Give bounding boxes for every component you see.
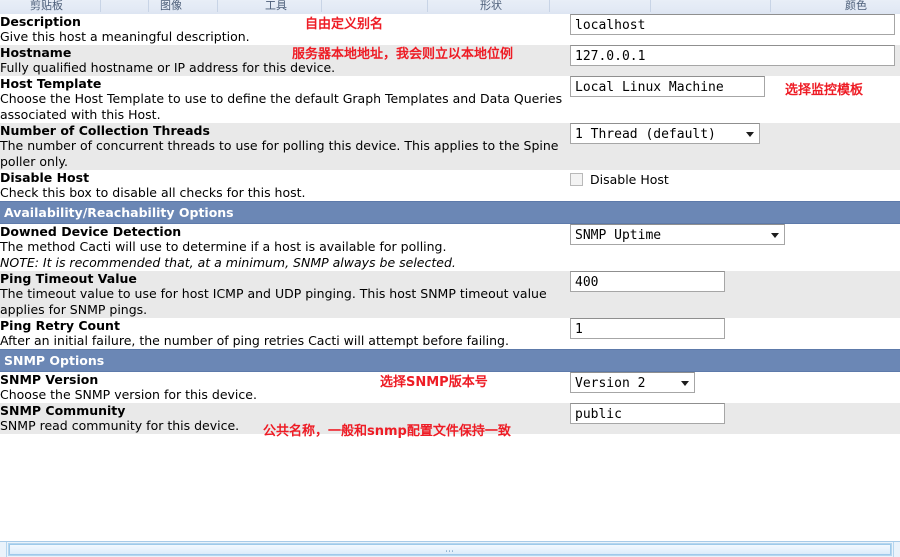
- form-row: Ping Retry Count After an initial failure…: [0, 318, 900, 349]
- field-title-description: Description: [0, 14, 81, 29]
- select-value-collection-threads: 1 Thread (default): [575, 127, 716, 142]
- field-title-downed-device-detection: Downed Device Detection: [0, 224, 182, 239]
- form-row: SNMP Version Choose the SNMP version for …: [0, 372, 900, 403]
- form-row: Host Template Choose the Host Template to…: [0, 76, 900, 123]
- form-row-field-cell: 400: [570, 271, 900, 318]
- form-row: Number of Collection Threads The number o…: [0, 123, 900, 170]
- input-ping-timeout-value[interactable]: 400: [570, 271, 725, 292]
- section-header-availability-section: Availability/Reachability Options: [0, 201, 900, 224]
- section-header-snmp-section: SNMP Options: [0, 349, 900, 372]
- field-title-ping-timeout-value: Ping Timeout Value: [0, 271, 137, 286]
- form-row: Disable Host Check this box to disable al…: [0, 170, 900, 201]
- field-description-downed-device-detection: The method Cacti will use to determine i…: [0, 239, 447, 254]
- select-collection-threads[interactable]: 1 Thread (default): [570, 123, 760, 144]
- form-row-field-cell: SNMP Uptime: [570, 224, 900, 271]
- annotation-snmp-version: 选择SNMP版本号: [380, 375, 488, 390]
- chevron-down-icon: [771, 233, 779, 238]
- ribbon-separator: [217, 0, 218, 12]
- form-row-field-cell: public: [570, 403, 900, 434]
- form-row: Ping Timeout Value The timeout value to u…: [0, 271, 900, 318]
- field-description-description: Give this host a meaningful description.: [0, 29, 250, 44]
- form-row: Description Give this host a meaningful d…: [0, 14, 900, 45]
- form-row: Hostname Fully qualified hostname or IP a…: [0, 45, 900, 76]
- input-description[interactable]: localhost: [570, 14, 895, 35]
- ribbon-group-label[interactable]: 图像: [160, 0, 182, 13]
- select-value-snmp-version: Version 2: [575, 376, 646, 391]
- form-row-field-cell: 127.0.0.1: [570, 45, 900, 76]
- ribbon-separator: [650, 0, 651, 12]
- input-snmp-community[interactable]: public: [570, 403, 725, 424]
- field-title-disable-host: Disable Host: [0, 170, 90, 185]
- form-row-label-cell: Hostname Fully qualified hostname or IP a…: [0, 45, 570, 76]
- field-description-disable-host: Check this box to disable all checks for…: [0, 185, 306, 200]
- annotation-host-template: 选择监控模板: [785, 83, 864, 98]
- device-form-table: Description Give this host a meaningful d…: [0, 14, 900, 439]
- ribbon-separator: [549, 0, 550, 12]
- input-ping-retry-count[interactable]: 1: [570, 318, 725, 339]
- field-note-downed-device-detection: NOTE: It is recommended that, at a minim…: [0, 255, 456, 270]
- form-row: SNMP Community SNMP read community for th…: [0, 403, 900, 439]
- device-form-scroll-area: Description Give this host a meaningful d…: [0, 14, 900, 541]
- input-hostname[interactable]: 127.0.0.1: [570, 45, 895, 66]
- form-row: Downed Device Detection The method Cacti …: [0, 224, 900, 271]
- form-row-label-cell: Number of Collection Threads The number o…: [0, 123, 570, 170]
- checkbox-disable-host[interactable]: [570, 173, 583, 186]
- screenshot-root: 剪贴板 图像 工具 形状 颜色 Description Give this host a …: [0, 0, 900, 557]
- form-row-label-cell: SNMP Version Choose the SNMP version for …: [0, 372, 570, 403]
- scrollbar-track[interactable]: ⋯: [8, 543, 892, 557]
- select-host-template[interactable]: Local Linux Machine: [570, 76, 765, 97]
- field-description-collection-threads: The number of concurrent threads to use …: [0, 138, 559, 169]
- ribbon-group-labels: 剪贴板 图像 工具 形状 颜色: [0, 0, 900, 14]
- scrollbar-grip: ⋯: [445, 547, 455, 557]
- annotation-description: 自由定义别名: [305, 17, 384, 32]
- section-header-row: SNMP Options: [0, 349, 900, 372]
- chevron-down-icon: [746, 132, 754, 137]
- ribbon-separator: [770, 0, 771, 12]
- field-title-ping-retry-count: Ping Retry Count: [0, 318, 120, 333]
- horizontal-scrollbar[interactable]: ⋯: [0, 541, 900, 557]
- field-title-host-template: Host Template: [0, 76, 102, 91]
- select-snmp-version[interactable]: Version 2: [570, 372, 695, 393]
- field-description-ping-retry-count: After an initial failure, the number of …: [0, 333, 509, 348]
- ribbon-group-label[interactable]: 剪贴板: [30, 0, 63, 13]
- ribbon-group-label[interactable]: 颜色: [845, 0, 867, 13]
- ribbon-separator: [148, 0, 149, 12]
- field-title-snmp-community: SNMP Community: [0, 403, 126, 418]
- form-row-field-cell: localhost: [570, 14, 900, 45]
- ribbon-separator: [321, 0, 322, 12]
- annotation-hostname: 服务器本地地址，我会则立以本地位例: [292, 47, 514, 62]
- checkbox-label-disable-host: Disable Host: [590, 172, 669, 187]
- form-row-label-cell: Downed Device Detection The method Cacti …: [0, 224, 570, 271]
- form-row-field-cell: Disable Host: [570, 170, 900, 201]
- form-row-field-cell: Version 2: [570, 372, 900, 403]
- form-row-field-cell: 1: [570, 318, 900, 349]
- scroll-left-arrow[interactable]: [0, 542, 7, 557]
- section-header-row: Availability/Reachability Options: [0, 201, 900, 224]
- scrollbar-thumb[interactable]: ⋯: [9, 544, 891, 557]
- field-title-collection-threads: Number of Collection Threads: [0, 123, 210, 138]
- scroll-right-arrow[interactable]: [893, 542, 900, 557]
- field-description-host-template: Choose the Host Template to use to defin…: [0, 91, 563, 122]
- ribbon-group-label[interactable]: 形状: [480, 0, 502, 13]
- form-row-field-cell: Local Linux Machine 选择监控模板: [570, 76, 900, 123]
- form-row-label-cell: Description Give this host a meaningful d…: [0, 14, 570, 45]
- ribbon-group-label[interactable]: 工具: [265, 0, 287, 13]
- field-description-ping-timeout-value: The timeout value to use for host ICMP a…: [0, 286, 547, 317]
- ribbon-separator: [100, 0, 101, 12]
- ribbon-separator: [427, 0, 428, 12]
- form-row-label-cell: Ping Retry Count After an initial failure…: [0, 318, 570, 349]
- form-row-label-cell: Host Template Choose the Host Template to…: [0, 76, 570, 123]
- form-row-field-cell: 1 Thread (default): [570, 123, 900, 170]
- chevron-down-icon: [681, 381, 689, 386]
- select-value-host-template: Local Linux Machine: [575, 80, 724, 95]
- select-value-downed-device-detection: SNMP Uptime: [575, 228, 662, 243]
- form-row-label-cell: Ping Timeout Value The timeout value to u…: [0, 271, 570, 318]
- field-description-hostname: Fully qualified hostname or IP address f…: [0, 60, 336, 75]
- annotation-snmp-community: 公共名称，一般和snmp配置文件保持一致: [263, 424, 511, 439]
- select-downed-device-detection[interactable]: SNMP Uptime: [570, 224, 785, 245]
- paint-ribbon-bar: 剪贴板 图像 工具 形状 颜色: [0, 0, 900, 15]
- form-row-label-cell: SNMP Community SNMP read community for th…: [0, 403, 570, 439]
- form-row-label-cell: Disable Host Check this box to disable al…: [0, 170, 570, 201]
